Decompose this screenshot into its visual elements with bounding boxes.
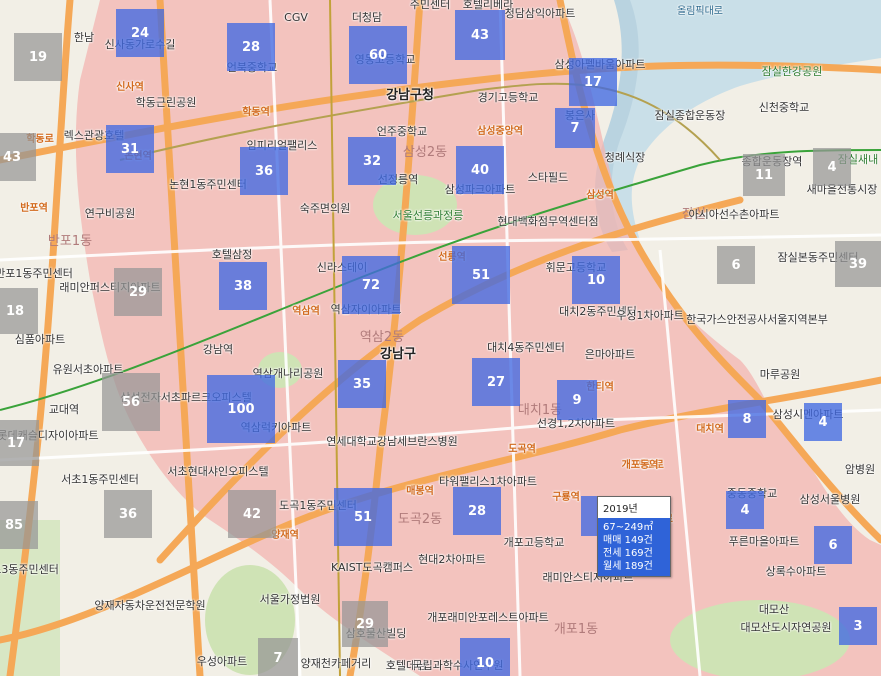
tooltip-body: 67~249㎡ 매매 149건 전세 169건 월세 189건 (598, 518, 670, 576)
cluster-marker[interactable]: 17 (0, 420, 39, 466)
cluster-marker[interactable]: 8 (728, 400, 766, 438)
cluster-marker[interactable]: 10 (460, 638, 510, 676)
tooltip-monthly: 월세 189건 (603, 561, 653, 572)
cluster-marker[interactable]: 28 (227, 23, 275, 71)
cluster-marker[interactable]: 36 (104, 490, 152, 538)
cluster-marker[interactable]: 35 (338, 360, 386, 408)
cluster-marker[interactable]: 29 (342, 601, 388, 647)
cluster-marker[interactable]: 56 (102, 373, 160, 431)
cluster-marker[interactable]: 40 (456, 146, 504, 194)
cluster-marker[interactable]: 4 (813, 148, 851, 186)
cluster-marker[interactable]: 28 (453, 487, 501, 535)
cluster-marker[interactable]: 51 (334, 488, 392, 546)
cluster-marker[interactable]: 29 (114, 268, 162, 316)
cluster-marker[interactable]: 39 (835, 241, 881, 287)
cluster-marker[interactable]: 7 (555, 108, 595, 148)
cluster-marker[interactable]: 9 (557, 380, 597, 420)
cluster-marker[interactable]: 38 (219, 262, 267, 310)
cluster-tooltip: 2019년 67~249㎡ 매매 149건 전세 169건 월세 189건 (597, 496, 671, 577)
cluster-marker[interactable]: 4 (804, 403, 842, 441)
cluster-marker[interactable]: 24 (116, 9, 164, 57)
cluster-marker[interactable]: 36 (240, 147, 288, 195)
tooltip-jeonse: 전세 169건 (603, 548, 653, 559)
cluster-marker[interactable]: 11 (743, 154, 785, 196)
cluster-marker[interactable]: 6 (814, 526, 852, 564)
cluster-marker[interactable]: 3 (839, 607, 877, 645)
cluster-marker[interactable]: 18 (0, 288, 38, 334)
cluster-marker[interactable]: 32 (348, 137, 396, 185)
tooltip-year: 2019년 (603, 504, 638, 515)
cluster-marker[interactable]: 72 (342, 256, 400, 314)
tooltip-sale: 매매 149건 (603, 535, 653, 546)
cluster-marker[interactable]: 42 (228, 490, 276, 538)
cluster-marker[interactable]: 51 (452, 246, 510, 304)
base-map (0, 0, 881, 676)
cluster-marker[interactable]: 60 (349, 26, 407, 84)
cluster-marker[interactable]: 6 (717, 246, 755, 284)
cluster-marker[interactable]: 7 (258, 638, 298, 676)
cluster-marker[interactable]: 100 (207, 375, 275, 443)
cluster-marker[interactable]: 43 (455, 10, 505, 60)
tooltip-area: 67~249㎡ (603, 522, 654, 533)
cluster-marker[interactable]: 19 (14, 33, 62, 81)
cluster-marker[interactable]: 10 (572, 256, 620, 304)
cluster-marker[interactable]: 4 (726, 491, 764, 529)
cluster-marker[interactable]: 27 (472, 358, 520, 406)
cluster-marker[interactable]: 43 (0, 133, 36, 181)
cluster-marker[interactable]: 31 (106, 125, 154, 173)
cluster-marker[interactable]: 85 (0, 501, 38, 549)
map-canvas[interactable]: 강남구 역삼2동 삼성2동 대치1동 도곡2동 반포1동 개포1동 잠실 신사역… (0, 0, 881, 676)
cluster-marker[interactable]: 17 (569, 58, 617, 106)
